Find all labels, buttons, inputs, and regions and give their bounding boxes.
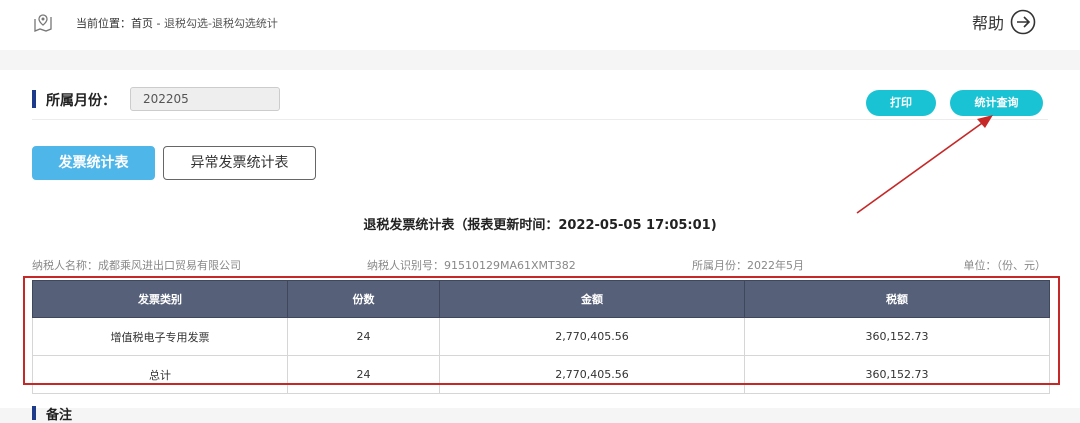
breadcrumb: 当前位置：首页 - 退税勾选-退税勾选统计	[76, 15, 278, 31]
tab-invoice-statistics[interactable]: 发票统计表	[32, 146, 155, 180]
help-label: 帮助	[971, 14, 1004, 33]
map-pin-icon	[34, 14, 52, 32]
section-marker	[32, 406, 36, 420]
taxpayer-id: 纳税人识别号：91510129MA61XMT382	[367, 259, 576, 272]
print-button[interactable]: 打印	[866, 90, 936, 116]
arrow-right-circle-icon	[1010, 9, 1036, 35]
top-bar: 当前位置：首页 - 退税勾选-退税勾选统计 帮助	[0, 0, 1080, 50]
tab-abnormal-invoice-statistics[interactable]: 异常发票统计表	[163, 146, 316, 180]
month-label: 所属月份：	[46, 93, 116, 109]
breadcrumb-current: 退税勾选-退税勾选统计	[163, 17, 278, 30]
report-period: 所属月份：2022年5月	[692, 259, 804, 272]
statistics-query-button[interactable]: 统计查询	[950, 90, 1043, 116]
breadcrumb-prefix: 当前位置：首页 -	[76, 17, 164, 30]
month-input[interactable]: 202205	[130, 87, 280, 111]
unit-label: 单位：（份、元）	[963, 259, 1047, 272]
section-marker	[32, 90, 36, 108]
divider	[32, 119, 1048, 120]
highlight-annotation-box	[23, 276, 1060, 385]
taxpayer-name: 纳税人名称：成都乘风进出口贸易有限公司	[32, 259, 241, 272]
main-panel: 所属月份： 202205 打印 统计查询 发票统计表 异常发票统计表 退税发票统…	[0, 70, 1080, 423]
remarks-label: 备注	[46, 408, 73, 423]
report-title: 退税发票统计表（报表更新时间：2022-05-05 17:05:01)	[363, 218, 717, 233]
help-button[interactable]: 帮助	[972, 9, 1036, 35]
